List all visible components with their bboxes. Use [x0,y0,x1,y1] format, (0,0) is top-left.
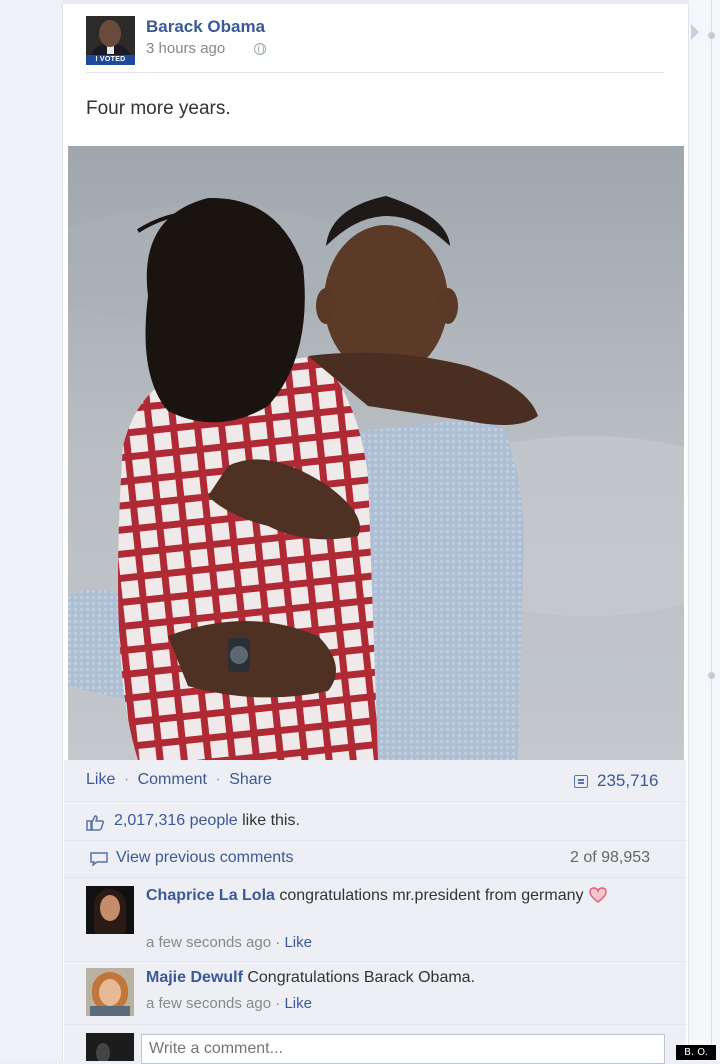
comment-body: Congratulations Barack Obama. [242,969,476,986]
comment-link[interactable]: Comment [138,771,207,788]
thumbs-up-icon [86,815,105,831]
row-divider [64,961,686,962]
header-divider [86,72,664,73]
author-avatar[interactable]: I VOTED [86,16,135,65]
post-footer [64,760,686,1061]
action-separator: · [123,771,130,788]
post-timestamp[interactable]: 3 hours ago [146,40,225,57]
comment-like-link[interactable]: Like [284,934,312,951]
commenter-name[interactable]: Chaprice La Lola [146,887,275,904]
likes-summary: 2,017,316 people like this. [114,812,300,830]
card-top-border [62,0,689,4]
post-actions: Like · Comment · Share [86,771,272,789]
like-link[interactable]: Like [86,771,115,788]
composer-avatar [86,1033,134,1061]
comment-bubble-icon [90,852,108,866]
comment-input[interactable] [141,1034,665,1064]
likes-count-link[interactable]: 2,017,316 people [114,812,238,829]
post-author-name[interactable]: Barack Obama [146,17,265,37]
row-divider [64,1024,686,1025]
action-separator: · [215,771,221,788]
collapse-arrow-icon[interactable] [691,24,699,40]
comment-like-link[interactable]: Like [284,995,312,1012]
avatar-badge: I VOTED [86,55,135,65]
likes-suffix: like this. [237,812,300,829]
comment-text: Majie Dewulf Congratulations Barack Obam… [146,967,646,989]
share-count[interactable]: 235,716 [597,771,658,791]
row-divider [64,801,686,802]
share-count-icon [574,775,588,788]
row-divider [64,840,686,841]
globe-icon [254,43,266,55]
comment-meta: a few seconds ago · Like [146,934,312,951]
comment-count: 2 of 98,953 [570,849,651,866]
view-previous-comments-link[interactable]: View previous comments [116,849,294,867]
share-link[interactable]: Share [229,771,272,788]
post-photo[interactable] [68,146,684,760]
comment-time: a few seconds ago [146,934,272,951]
timeline-line [711,0,712,1061]
commenter-avatar[interactable] [86,968,134,1016]
post-status-text: Four more years. [86,98,231,119]
watermark: B. O. [676,1045,716,1060]
timeline-dot [708,672,715,679]
commenter-name[interactable]: Majie Dewulf [146,969,243,986]
right-rail [688,0,720,1061]
left-gutter [0,0,62,1061]
comment-meta: a few seconds ago · Like [146,995,312,1012]
timeline-dot [708,32,715,39]
heart-icon [589,887,607,903]
row-divider [64,877,686,878]
comment-time: a few seconds ago [146,995,272,1012]
comment-text: Chaprice La Lola congratulations mr.pres… [146,885,646,907]
commenter-avatar[interactable] [86,886,134,934]
comment-body: congratulations mr.president from german… [274,887,584,904]
